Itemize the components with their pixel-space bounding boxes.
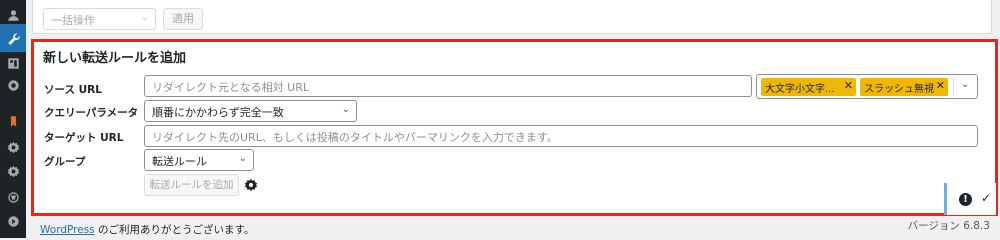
remove-tag-icon[interactable]: ✕ — [844, 79, 853, 92]
tag-case-insensitive[interactable]: 大文字小文字... ✕ — [761, 78, 856, 96]
query-param-label: クエリーパラメータ — [44, 107, 139, 119]
footer-thanks: WordPress のご利用ありがとうございます。 — [40, 222, 254, 237]
remove-tag-icon[interactable]: ✕ — [936, 79, 945, 92]
footer-version: バージョン 6.8.3 — [907, 220, 990, 232]
gear-icon[interactable] — [244, 178, 258, 192]
add-rule-title: 新しい転送ルールを追加 — [43, 51, 187, 66]
collapse-menu-icon[interactable] — [4, 212, 22, 230]
footer-thanks-text: のご利用ありがとうございます。 — [94, 224, 255, 236]
tag-ignore-slash[interactable]: スラッシュ無視 ✕ — [860, 78, 948, 96]
wordpress-link[interactable]: WordPress — [40, 224, 95, 236]
add-rule-button[interactable]: 転送ルールを追加 — [144, 174, 239, 196]
warning-icon[interactable]: ! — [959, 193, 972, 206]
tools-icon[interactable] — [0, 24, 26, 52]
chevron-down-icon[interactable]: ⌄ — [961, 79, 969, 90]
apply-button[interactable]: 適用 — [163, 8, 203, 30]
chevron-down-icon: ⌄ — [341, 104, 350, 115]
bulk-action-select[interactable]: 一括操作 ⌄ — [43, 8, 156, 30]
notice-widget: ! ✓ — [944, 183, 996, 215]
chevron-down-icon: ⌄ — [238, 153, 247, 164]
bulk-action-value: 一括操作 — [51, 14, 95, 27]
query-param-select[interactable]: 順番にかかわらず完全一致 ⌄ — [144, 100, 357, 122]
source-url-label: ソース URL — [44, 84, 102, 96]
source-options-select[interactable]: 大文字小文字... ✕ スラッシュ無視 ✕ ⌄ — [756, 74, 978, 99]
add-rule-panel: 新しい転送ルールを追加 ソース URL リダイレクト元となる相対 URL 大文字… — [31, 39, 998, 216]
target-url-label: ターゲット URL — [44, 132, 124, 144]
bulk-actions-panel: 一括操作 ⌄ 適用 — [32, 0, 992, 34]
plugin-badge-icon[interactable] — [4, 112, 22, 130]
chevron-down-icon: ⌄ — [140, 12, 149, 23]
group-select[interactable]: 転送ルール ⌄ — [144, 149, 254, 171]
wordpress-icon[interactable] — [4, 188, 22, 206]
group-label: グループ — [44, 156, 86, 168]
source-url-input[interactable]: リダイレクト元となる相対 URL — [144, 75, 752, 97]
tag-separator — [953, 78, 954, 96]
gear-icon[interactable] — [4, 138, 22, 156]
tag-label: スラッシュ無視 — [864, 84, 934, 95]
gear-icon[interactable] — [4, 162, 22, 180]
help-circle-icon[interactable] — [4, 76, 22, 94]
admin-sidebar — [0, 0, 26, 238]
settings-panel-icon[interactable] — [4, 54, 22, 72]
checkmark-icon[interactable]: ✓ — [981, 191, 991, 205]
target-url-input[interactable]: リダイレクト先のURL、もしくは投稿のタイトルやパーマリンクを入力できます。 — [144, 125, 978, 147]
users-icon[interactable] — [4, 6, 22, 24]
group-value: 転送ルール — [152, 155, 207, 168]
tag-label: 大文字小文字... — [765, 84, 835, 95]
query-param-value: 順番にかかわらず完全一致 — [152, 106, 284, 119]
